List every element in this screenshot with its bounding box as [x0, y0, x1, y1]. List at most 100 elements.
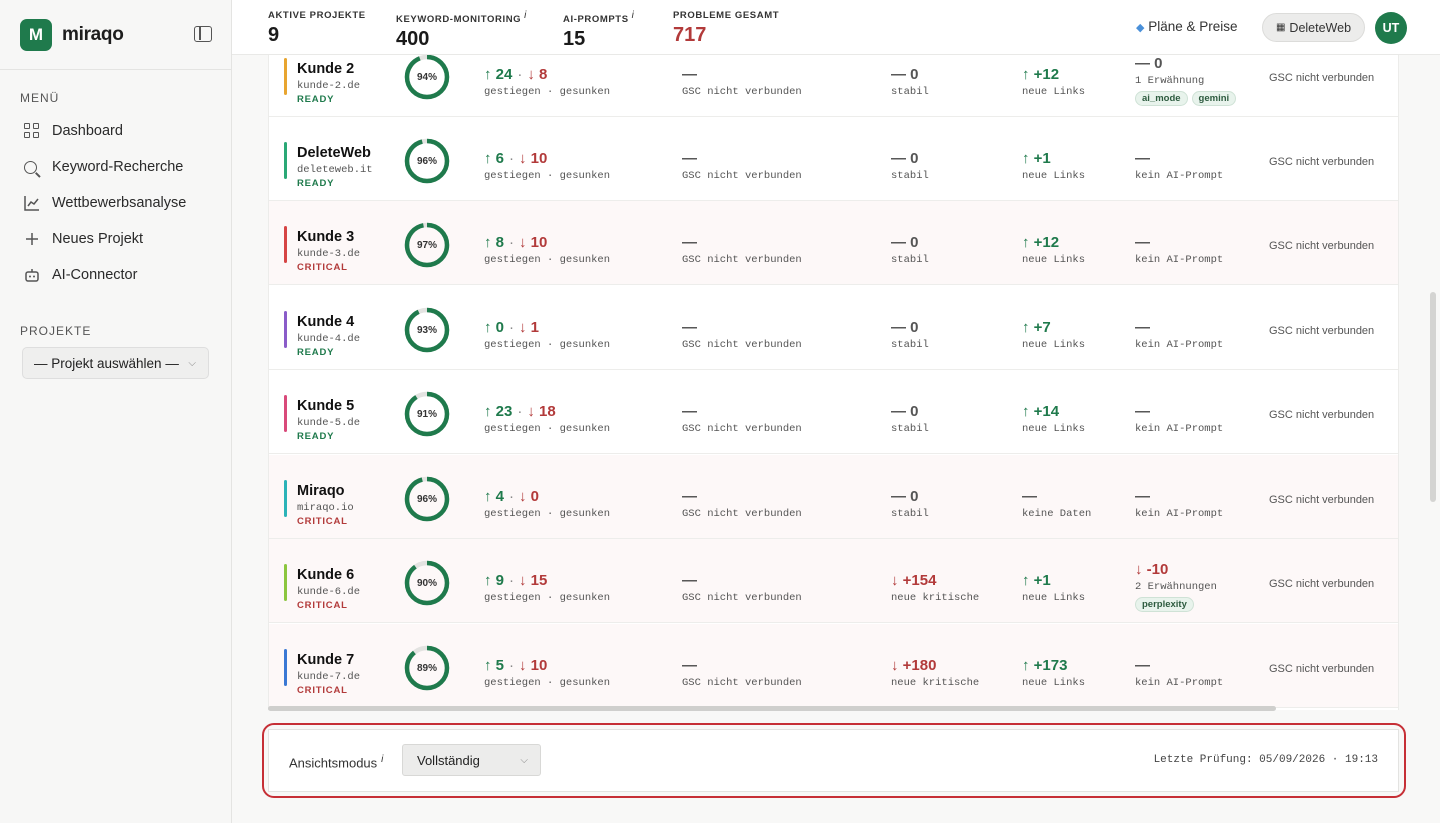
health-score-value: 93%	[416, 324, 437, 336]
tech-issues-sub: stabil	[891, 170, 929, 182]
table-row[interactable]: Kunde 6 kunde-6.de CRITICAL 90% ↑ 9 · ↓ 15…	[269, 539, 1398, 623]
dashboard-grid-icon	[24, 123, 40, 139]
keyword-changes: ↑ 23 · ↓ 18	[484, 403, 556, 420]
stat-value: 400	[396, 28, 430, 51]
tech-issues-value: — 0	[891, 234, 919, 251]
table-row[interactable]: Kunde 2 kunde-2.de READY 94% ↑ 24 · ↓ 8 ge…	[269, 55, 1398, 117]
backlinks-value: ↑ +173	[1022, 657, 1068, 674]
stat-label-text: PROBLEME GESAMT	[673, 10, 780, 21]
keyword-changes: ↑ 6 · ↓ 10	[484, 150, 548, 167]
keywords-down: ↓ 8	[527, 66, 548, 83]
keywords-up: ↑ 0	[484, 319, 505, 336]
info-icon[interactable]: i	[524, 10, 527, 21]
sidebar: M miraqo MENÜ Dashboard Keyword-Recherch…	[0, 0, 232, 823]
diamond-icon: ◆	[1136, 22, 1145, 34]
stat-keyword-monitoring: KEYWORD-MONITORING i 400	[396, 10, 527, 51]
gsc-status: GSC nicht verbunden	[1269, 72, 1375, 84]
keyword-changes-sub: gestiegen · gesunken	[484, 254, 611, 266]
ai-visibility-value: — 0	[1135, 55, 1163, 72]
gsc-status: GSC nicht verbunden	[1269, 325, 1375, 337]
project-name[interactable]: Kunde 2	[297, 61, 354, 77]
info-icon[interactable]: i	[632, 10, 635, 21]
project-color-bar	[284, 480, 287, 517]
tech-issues-sub: stabil	[891, 254, 929, 266]
table-row[interactable]: Kunde 4 kunde-4.de READY 93% ↑ 0 · ↓ 1 ges…	[269, 286, 1398, 370]
ai-visibility-sub: kein AI-Prompt	[1135, 423, 1224, 435]
avatar[interactable]: UT	[1375, 12, 1407, 44]
project-color-bar	[284, 226, 287, 263]
menu-section-title: MENÜ	[20, 91, 60, 105]
tech-issues-value: — 0	[891, 403, 919, 420]
table-row[interactable]: Miraqo miraqo.io CRITICAL 96% ↑ 4 · ↓ 0 ge…	[269, 455, 1398, 539]
health-score-value: 97%	[416, 239, 437, 251]
horizontal-scrollbar[interactable]	[268, 706, 1276, 711]
project-name[interactable]: Miraqo	[297, 483, 345, 499]
project-status: CRITICAL	[297, 685, 348, 696]
sidebar-item-keyword-recherche[interactable]: Keyword-Recherche	[0, 149, 231, 185]
project-select[interactable]: — Projekt auswählen — ⌵	[22, 347, 209, 379]
table-row[interactable]: Kunde 5 kunde-5.de READY 91% ↑ 23 · ↓ 18 g…	[269, 370, 1398, 454]
sidebar-item-neues-projekt[interactable]: Neues Projekt	[0, 221, 231, 257]
project-color-bar	[284, 58, 287, 95]
ai-visibility-value: —	[1135, 234, 1150, 251]
keywords-down: ↓ 10	[519, 657, 548, 674]
table-row[interactable]: Kunde 3 kunde-3.de CRITICAL 97% ↑ 8 · ↓ 10…	[269, 201, 1398, 285]
backlinks-sub: neue Links	[1022, 339, 1086, 351]
project-domain: miraqo.io	[297, 502, 354, 514]
sidebar-item-ai-connector[interactable]: AI-Connector	[0, 257, 231, 293]
keywords-up: ↑ 6	[484, 150, 505, 167]
keyword-changes-sub: gestiegen · gesunken	[484, 677, 611, 689]
gsc-value: —	[682, 572, 697, 589]
project-name[interactable]: Kunde 5	[297, 398, 354, 414]
sidebar-toggle-icon[interactable]	[194, 26, 212, 42]
plans-link[interactable]: ◆ Pläne & Preise	[1136, 19, 1238, 34]
keyword-changes-sub: gestiegen · gesunken	[484, 423, 611, 435]
project-name[interactable]: Kunde 7	[297, 652, 354, 668]
table-row[interactable]: Kunde 7 kunde-7.de CRITICAL 89% ↑ 5 · ↓ 10…	[269, 624, 1398, 708]
backlinks-sub: neue Links	[1022, 677, 1086, 689]
project-domain: kunde-5.de	[297, 417, 361, 429]
gsc-sub: GSC nicht verbunden	[682, 508, 802, 520]
tech-issues-value: — 0	[891, 319, 919, 336]
stat-value: 717	[673, 24, 707, 46]
project-name[interactable]: Kunde 6	[297, 567, 354, 583]
stat-problems-total: PROBLEME GESAMT 717	[673, 10, 779, 47]
project-color-bar	[284, 649, 287, 686]
project-domain: kunde-4.de	[297, 333, 361, 345]
brand-name[interactable]: miraqo	[62, 24, 124, 46]
keywords-down: ↓ 10	[519, 150, 548, 167]
keyword-changes: ↑ 24 · ↓ 8	[484, 66, 548, 83]
project-domain: deleteweb.it	[297, 164, 373, 176]
search-icon	[24, 160, 37, 174]
stat-label: AKTIVE PROJEKTE	[268, 10, 366, 21]
gsc-status: GSC nicht verbunden	[1269, 494, 1375, 506]
sidebar-item-dashboard[interactable]: Dashboard	[0, 113, 231, 149]
ai-visibility-value: —	[1135, 403, 1150, 420]
topbar: AKTIVE PROJEKTE 9 KEYWORD-MONITORING i 40…	[232, 0, 1440, 55]
project-status: READY	[297, 431, 335, 442]
keyword-changes: ↑ 9 · ↓ 15	[484, 572, 548, 589]
stat-label-text: KEYWORD-MONITORING	[396, 14, 522, 26]
project-name[interactable]: Kunde 4	[297, 314, 354, 330]
sidebar-item-wettbewerbsanalyse[interactable]: Wettbewerbsanalyse	[0, 185, 231, 221]
gsc-status: GSC nicht verbunden	[1269, 578, 1375, 590]
backlinks-value: ↑ +7	[1022, 319, 1051, 336]
workspace-button[interactable]: ▦ DeleteWeb	[1262, 13, 1365, 42]
table-row[interactable]: DeleteWeb deleteweb.it READY 96% ↑ 6 · ↓ 1…	[269, 117, 1398, 201]
logo-icon[interactable]: M	[20, 18, 52, 51]
health-score-value: 96%	[416, 155, 437, 167]
ai-visibility-sub: kein AI-Prompt	[1135, 170, 1224, 182]
project-select-value: — Projekt auswählen —	[34, 355, 179, 371]
keyword-changes-sub: gestiegen · gesunken	[484, 592, 611, 604]
gsc-sub: GSC nicht verbunden	[682, 423, 802, 435]
backlinks-sub: neue Links	[1022, 254, 1086, 266]
project-status: CRITICAL	[297, 600, 348, 611]
ai-visibility-sub: kein AI-Prompt	[1135, 339, 1224, 351]
ai-visibility-value: —	[1135, 488, 1150, 505]
project-name[interactable]: Kunde 3	[297, 229, 354, 245]
vertical-scrollbar[interactable]	[1430, 292, 1436, 502]
project-name[interactable]: DeleteWeb	[297, 145, 371, 161]
keywords-down: ↓ 0	[519, 488, 540, 505]
ai-visibility-value: ↓ -10	[1135, 561, 1169, 578]
project-domain: kunde-2.de	[297, 80, 361, 92]
